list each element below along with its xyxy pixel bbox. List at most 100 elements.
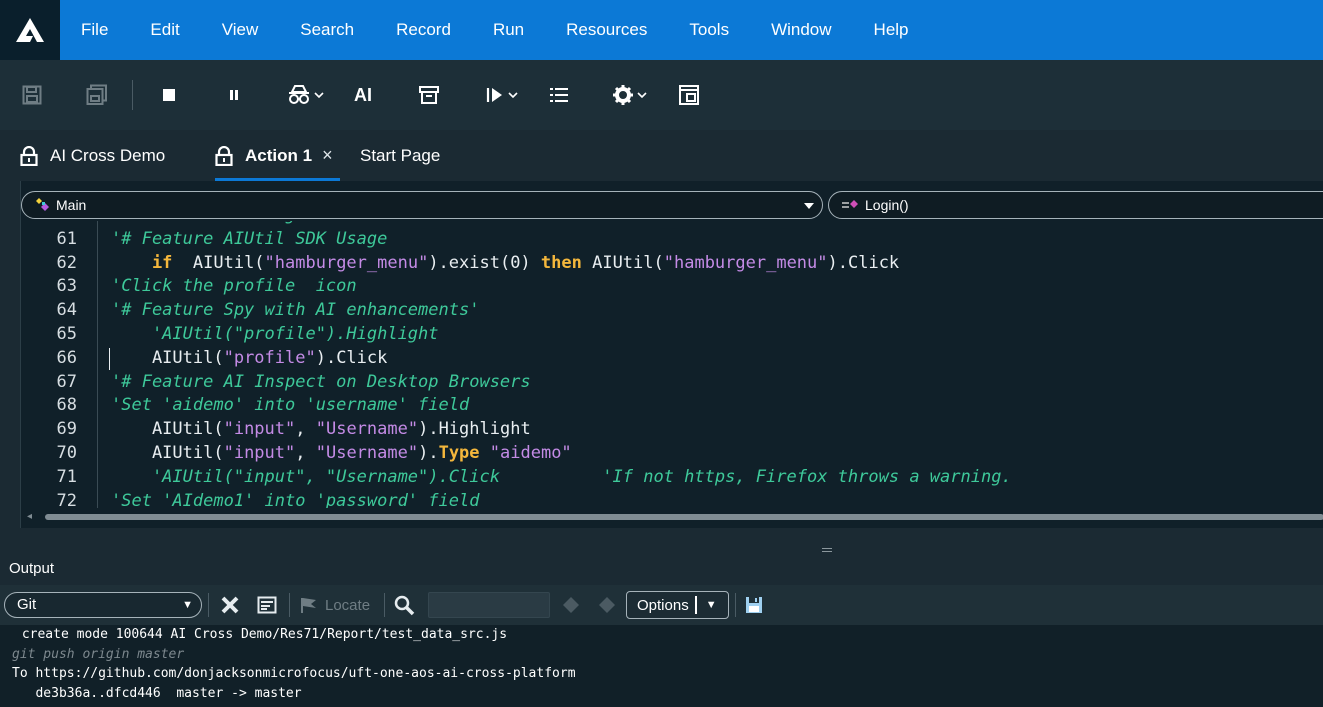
menu-edit[interactable]: Edit bbox=[129, 0, 200, 60]
action-icon bbox=[36, 198, 49, 211]
app-logo-icon bbox=[0, 0, 60, 60]
code-token: AIUtil( bbox=[111, 347, 224, 368]
code-token: AIUtil( bbox=[111, 443, 224, 463]
pause-icon[interactable] bbox=[226, 77, 242, 113]
menu-tools[interactable]: Tools bbox=[668, 0, 750, 60]
find-previous-icon[interactable] bbox=[562, 593, 580, 617]
output-line: To https://github.com/donjacksonmicrofoc… bbox=[12, 666, 576, 681]
code-line[interactable]: 'Click the hamburger if it exists bbox=[111, 221, 449, 225]
code-token: ). bbox=[418, 443, 439, 463]
code-token: '# Feature Spy with AI enhancements' bbox=[111, 300, 480, 321]
lock-icon bbox=[215, 145, 233, 166]
code-line[interactable]: AIUtil("input", "Username").Highlight bbox=[111, 419, 531, 439]
run-icon[interactable] bbox=[485, 77, 518, 113]
window-icon[interactable] bbox=[678, 77, 700, 113]
menu-resources[interactable]: Resources bbox=[545, 0, 668, 60]
code-token: Type bbox=[438, 443, 480, 463]
horizontal-scrollbar[interactable]: ◂ bbox=[21, 511, 1323, 522]
code-token: AIUtil( bbox=[172, 252, 265, 273]
code-line[interactable]: '# Feature AI Inspect on Desktop Browser… bbox=[111, 372, 531, 392]
menu-view[interactable]: View bbox=[201, 0, 280, 60]
output-log[interactable]: create mode 100644 AI Cross Demo/Res71/R… bbox=[0, 625, 1323, 707]
line-number: 62 bbox=[56, 252, 77, 273]
code-line[interactable]: 'Click the profile icon bbox=[111, 276, 357, 296]
output-source-value: Git bbox=[17, 596, 37, 613]
object-spy-icon[interactable] bbox=[287, 77, 324, 113]
tab-ai-cross-demo[interactable]: AI Cross Demo bbox=[20, 130, 165, 181]
menu-file[interactable]: File bbox=[60, 0, 129, 60]
menu-record[interactable]: Record bbox=[375, 0, 472, 60]
code-token: 'Click the profile icon bbox=[111, 276, 357, 297]
menu-help[interactable]: Help bbox=[853, 0, 930, 60]
code-area[interactable]: 60 'Click the hamburger if it exists 61 '# … bbox=[21, 221, 1323, 508]
scroll-left-icon[interactable]: ◂ bbox=[27, 511, 32, 522]
menu-search[interactable]: Search bbox=[279, 0, 375, 60]
code-token: then bbox=[540, 252, 582, 273]
code-line[interactable]: 'AIUtil("input", "Username").Click 'If n… bbox=[111, 467, 1012, 487]
toolbar-divider bbox=[735, 593, 736, 617]
output-line: git push origin master bbox=[12, 647, 185, 662]
splitter-grip-icon[interactable] bbox=[822, 548, 832, 552]
code-token: "hamburger_menu" bbox=[663, 252, 828, 273]
code-token: ).Click bbox=[315, 347, 388, 368]
gutter-divider bbox=[97, 221, 98, 508]
tab-label: AI Cross Demo bbox=[50, 145, 166, 165]
line-number: 64 bbox=[56, 300, 77, 321]
save-icon[interactable] bbox=[22, 77, 42, 113]
code-line[interactable]: if AIUtil("hamburger_menu").exist(0) the… bbox=[111, 253, 899, 273]
chevron-down-icon: ▼ bbox=[182, 599, 193, 611]
code-line[interactable]: '# Feature Spy with AI enhancements' bbox=[111, 300, 479, 320]
toolbar-divider bbox=[208, 593, 209, 617]
tab-start-page[interactable]: Start Page bbox=[360, 130, 440, 181]
settings-gear-icon[interactable] bbox=[612, 77, 647, 113]
code-line[interactable]: 'Set 'AIdemo1' into 'password' field bbox=[111, 491, 479, 508]
line-number: 66 bbox=[56, 347, 77, 368]
options-dropdown-button[interactable]: Options ▼ bbox=[626, 591, 729, 619]
locate-button[interactable]: Locate bbox=[299, 593, 370, 617]
code-token: ).Click bbox=[827, 252, 900, 273]
code-token: "hamburger_menu" bbox=[264, 252, 429, 273]
scope-combo[interactable]: Main bbox=[21, 191, 823, 219]
find-icon[interactable] bbox=[393, 593, 415, 617]
menu-run[interactable]: Run bbox=[472, 0, 545, 60]
list-icon[interactable] bbox=[549, 77, 569, 113]
word-wrap-icon[interactable] bbox=[257, 593, 277, 617]
line-number: 61 bbox=[56, 228, 77, 249]
output-line: de3b36a..dfcd446 master -> master bbox=[12, 686, 302, 701]
code-line[interactable]: 'AIUtil("profile").Highlight bbox=[111, 324, 439, 344]
function-combo[interactable]: Login() bbox=[828, 191, 1323, 219]
code-line[interactable]: AIUtil("input", "Username").Type "aidemo… bbox=[111, 443, 572, 463]
save-output-icon[interactable] bbox=[745, 593, 763, 617]
uft-one-window: File Edit View Search Record Run Resourc… bbox=[0, 0, 1323, 707]
code-token: "Username" bbox=[315, 443, 419, 463]
code-line[interactable]: '# Feature AIUtil SDK Usage bbox=[111, 229, 387, 249]
ai-button[interactable]: AI bbox=[354, 77, 372, 113]
save-all-icon[interactable] bbox=[86, 77, 108, 113]
toolbar-divider bbox=[132, 80, 133, 110]
pane-splitter[interactable] bbox=[0, 528, 1323, 552]
code-token: , bbox=[295, 443, 316, 463]
stop-icon[interactable] bbox=[161, 77, 177, 113]
output-source-select[interactable]: Git ▼ bbox=[4, 592, 202, 618]
scrollbar-thumb[interactable] bbox=[45, 514, 1323, 520]
line-number: 63 bbox=[56, 276, 77, 297]
chevron-down-icon: ▼ bbox=[705, 599, 717, 611]
clear-icon[interactable] bbox=[220, 593, 240, 617]
code-editor[interactable]: Main Login() 60 'Click the hamburger if i… bbox=[20, 181, 1323, 528]
scope-combo-value: Main bbox=[56, 197, 87, 213]
function-combo-value: Login() bbox=[865, 197, 909, 213]
flag-icon bbox=[301, 598, 316, 613]
find-next-icon[interactable] bbox=[598, 593, 616, 617]
code-line[interactable]: 'Set 'aidemo' into 'username' field bbox=[111, 395, 469, 415]
line-number: 60 bbox=[41, 221, 77, 225]
function-icon bbox=[842, 200, 858, 208]
close-icon[interactable]: × bbox=[322, 145, 333, 166]
find-input[interactable] bbox=[428, 592, 550, 618]
tab-action-1[interactable]: Action 1 × bbox=[215, 130, 333, 181]
menu-window[interactable]: Window bbox=[750, 0, 852, 60]
archive-icon[interactable] bbox=[418, 77, 440, 113]
code-token: AIUtil( bbox=[111, 419, 224, 440]
code-line[interactable]: AIUtil("profile").Click bbox=[111, 348, 387, 368]
output-toolbar: Git ▼ Locate Options ▼ bbox=[0, 585, 1323, 625]
